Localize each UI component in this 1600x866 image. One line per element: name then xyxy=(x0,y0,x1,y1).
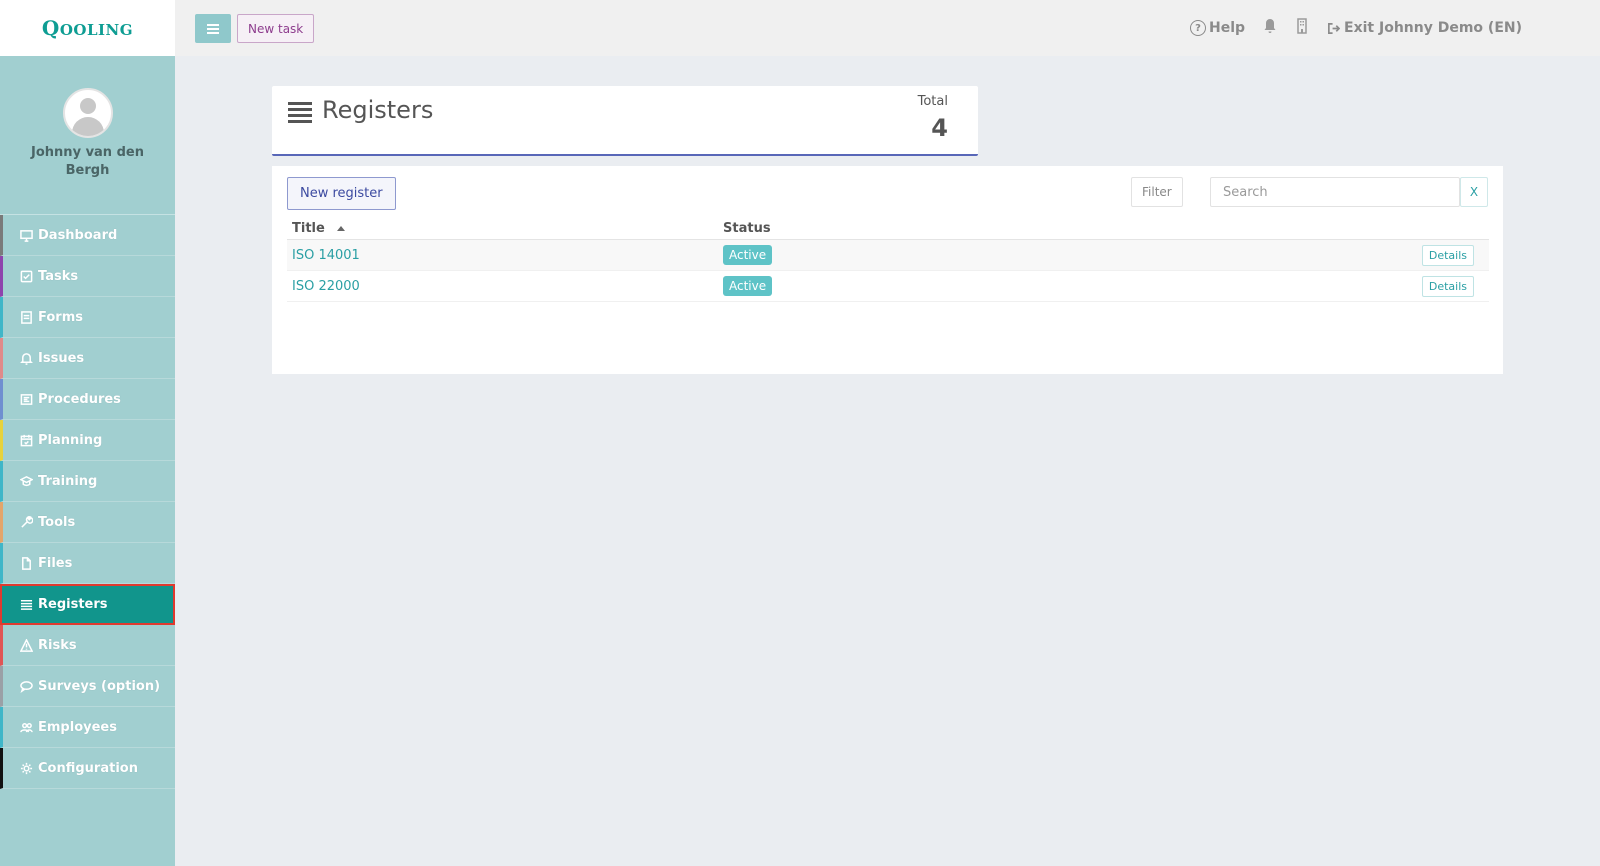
user-profile: Johnny van den Bergh xyxy=(0,56,175,214)
sidebar-nav: Dashboard Tasks Forms Issues Procedures … xyxy=(0,214,175,789)
sidebar-item-risks[interactable]: Risks xyxy=(0,625,175,666)
sidebar-item-label: Training xyxy=(38,473,98,489)
sidebar-item-label: Tasks xyxy=(38,268,79,284)
list-icon xyxy=(19,597,33,611)
total-count: 4 xyxy=(931,114,948,142)
check-square-icon xyxy=(19,269,33,283)
file-icon xyxy=(19,556,33,570)
details-button[interactable]: Details xyxy=(1421,244,1474,266)
table-header: Title Status xyxy=(287,218,1489,240)
graduation-cap-icon xyxy=(19,474,33,488)
page-header-card: Registers Total 4 xyxy=(272,86,978,156)
warning-icon xyxy=(19,638,33,652)
sidebar-item-issues[interactable]: Issues xyxy=(0,338,175,379)
sidebar-item-label: Forms xyxy=(38,309,83,325)
search-input[interactable] xyxy=(1210,177,1460,207)
sidebar-item-configuration[interactable]: Configuration xyxy=(0,748,175,789)
sidebar-item-procedures[interactable]: Procedures xyxy=(0,379,175,420)
registers-table: Title Status ISO 14001 Active Details IS… xyxy=(287,218,1489,302)
sidebar: QOOLING Johnny van den Bergh Dashboard T… xyxy=(0,0,175,866)
new-register-button[interactable]: New register xyxy=(287,177,396,210)
details-button[interactable]: Details xyxy=(1421,275,1474,297)
sidebar-item-label: Files xyxy=(38,555,73,571)
question-circle-icon: ? xyxy=(1189,20,1206,36)
exit-link[interactable]: Exit Johnny Demo (EN) xyxy=(1327,20,1522,36)
sidebar-item-dashboard[interactable]: Dashboard xyxy=(0,215,175,256)
sidebar-item-label: Issues xyxy=(38,350,85,366)
total-label: Total xyxy=(917,94,948,109)
sidebar-item-label: Registers xyxy=(38,596,108,612)
sidebar-item-label: Surveys (option) xyxy=(38,678,161,694)
sidebar-item-label: Tools xyxy=(38,514,76,530)
exit-label: Exit Johnny Demo (EN) xyxy=(1344,20,1522,36)
hamburger-icon xyxy=(207,27,219,30)
page-title: Registers xyxy=(322,96,434,124)
column-header-status[interactable]: Status xyxy=(723,221,771,236)
status-badge: Active xyxy=(723,276,773,296)
status-badge: Active xyxy=(723,245,773,265)
column-header-title[interactable]: Title xyxy=(287,221,723,236)
table-row: ISO 14001 Active Details xyxy=(287,240,1489,271)
avatar[interactable] xyxy=(62,88,113,138)
calendar-icon xyxy=(19,433,33,447)
procedure-icon xyxy=(19,392,33,406)
sidebar-item-forms[interactable]: Forms xyxy=(0,297,175,338)
register-title-link[interactable]: ISO 22000 xyxy=(287,279,723,294)
sidebar-item-label: Dashboard xyxy=(38,227,118,243)
status-cell: Active xyxy=(723,245,1422,265)
status-cell: Active xyxy=(723,276,1422,296)
list-icon xyxy=(288,102,312,123)
chat-icon xyxy=(19,679,33,693)
help-label: Help xyxy=(1208,20,1246,36)
table-row: ISO 22000 Active Details xyxy=(287,271,1489,302)
sidebar-item-label: Procedures xyxy=(38,391,121,407)
user-name: Johnny van den Bergh xyxy=(31,145,144,178)
sort-ascending-icon xyxy=(336,226,345,231)
register-title-link[interactable]: ISO 14001 xyxy=(287,248,723,263)
menu-toggle-button[interactable] xyxy=(195,14,231,43)
registers-panel: New register Filter X Title Status ISO 1… xyxy=(272,166,1503,374)
users-icon xyxy=(19,720,33,734)
sidebar-item-tasks[interactable]: Tasks xyxy=(0,256,175,297)
sidebar-item-training[interactable]: Training xyxy=(0,461,175,502)
sidebar-item-label: Configuration xyxy=(38,760,138,776)
notifications-bell-icon[interactable] xyxy=(1263,18,1277,38)
filter-button[interactable]: Filter xyxy=(1131,177,1183,207)
sidebar-item-registers[interactable]: Registers xyxy=(0,584,175,625)
new-task-button[interactable]: New task xyxy=(237,14,315,43)
building-icon[interactable] xyxy=(1295,18,1309,38)
app-logo[interactable]: QOOLING xyxy=(42,16,133,40)
column-title-label: Title xyxy=(292,221,325,236)
sidebar-item-surveys[interactable]: Surveys (option) xyxy=(0,666,175,707)
sidebar-item-label: Planning xyxy=(38,432,103,448)
form-icon xyxy=(19,310,33,324)
logo-container: QOOLING xyxy=(0,0,175,56)
sidebar-item-label: Employees xyxy=(38,719,117,735)
bell-icon xyxy=(19,351,33,365)
sign-out-icon xyxy=(1328,22,1341,34)
monitor-icon xyxy=(19,228,33,242)
sidebar-item-tools[interactable]: Tools xyxy=(0,502,175,543)
clear-search-button[interactable]: X xyxy=(1460,177,1488,207)
sidebar-item-planning[interactable]: Planning xyxy=(0,420,175,461)
wrench-icon xyxy=(19,515,33,529)
sidebar-item-files[interactable]: Files xyxy=(0,543,175,584)
help-link[interactable]: ? Help xyxy=(1189,20,1246,36)
top-right-actions: ? Help Exit Johnny Demo (EN) xyxy=(1189,0,1522,56)
sidebar-item-employees[interactable]: Employees xyxy=(0,707,175,748)
top-bar: New task ? Help Exit Johnny Demo (EN) xyxy=(175,0,1600,56)
gear-icon xyxy=(19,761,33,775)
sidebar-item-label: Risks xyxy=(38,637,77,653)
